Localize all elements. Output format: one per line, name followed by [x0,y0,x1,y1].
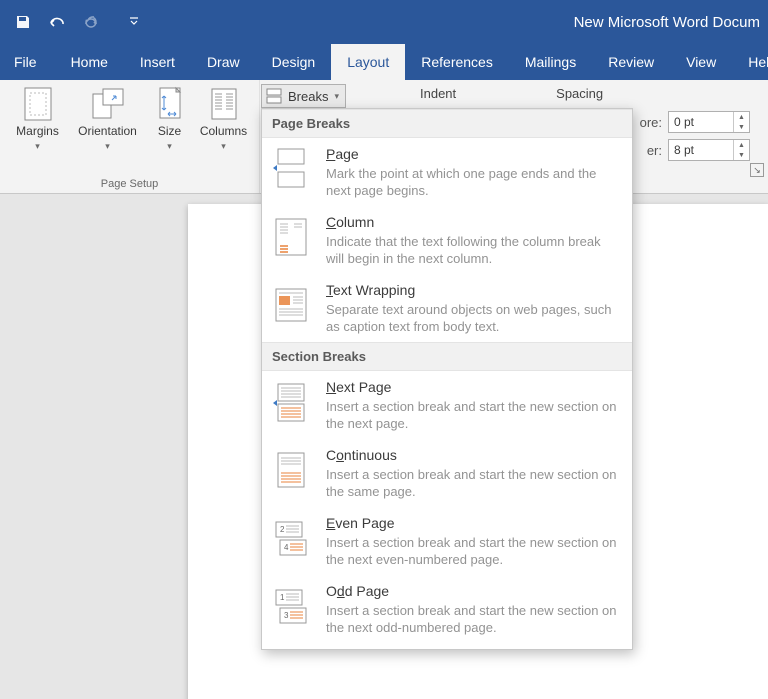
chevron-down-icon: ▾ [334,91,339,102]
document-title: New Microsoft Word Docum [574,0,760,44]
breaks-icon [266,88,282,104]
menu-item-desc: Separate text around objects on web page… [326,301,622,335]
ribbon: Margins▾ Orientation▾ Size▾ Columns▾ Pag… [0,80,768,194]
svg-text:2: 2 [280,525,285,534]
redo-icon [82,14,100,30]
spacing-before-value: 0 pt [669,115,733,129]
menu-item-desc: Insert a section break and start the new… [326,466,622,500]
menu-item-desc: Insert a section break and start the new… [326,398,622,432]
menu-item-desc: Indicate that the text following the col… [326,233,622,267]
tab-insert[interactable]: Insert [124,44,191,80]
menu-item-desc: Insert a section break and start the new… [326,602,622,636]
menu-item-page[interactable]: Page Mark the point at which one page en… [262,138,632,206]
spinner-up-icon[interactable]: ▲ [734,140,749,150]
menu-item-even-page[interactable]: 24 Even Page Insert a section break and … [262,507,632,575]
chevron-down-icon [129,17,139,27]
even-page-icon: 24 [270,517,312,559]
spacing-before-input[interactable]: 0 pt ▲▼ [668,111,750,133]
spinner-down-icon[interactable]: ▼ [734,122,749,132]
page-break-icon [270,148,312,188]
svg-text:4: 4 [284,543,289,552]
tab-view[interactable]: View [670,44,732,80]
menu-item-title: Column [326,213,622,231]
qat-customize-button[interactable] [119,7,149,37]
spacing-after-value: 8 pt [669,143,733,157]
chevron-down-icon: ▾ [221,139,226,153]
menu-item-next-page[interactable]: Next Page Insert a section break and sta… [262,371,632,439]
continuous-icon [270,449,312,491]
spinner-down-icon[interactable]: ▼ [734,150,749,160]
orientation-icon [90,86,126,122]
menu-item-title: Odd Page [326,582,622,600]
menu-item-title: Next Page [326,378,622,396]
spinner-up-icon[interactable]: ▲ [734,112,749,122]
breaks-menu: Page Breaks Page Mark the point at which… [261,108,633,650]
columns-label: Columns [200,124,247,138]
menu-item-title: Page [326,145,622,163]
redo-button[interactable] [76,7,106,37]
menu-item-title: Text Wrapping [326,281,622,299]
tab-review[interactable]: Review [592,44,670,80]
orientation-label: Orientation [78,124,137,138]
spacing-header: Spacing [556,86,603,101]
chevron-down-icon: ▾ [105,139,110,153]
group-page-setup: Margins▾ Orientation▾ Size▾ Columns▾ Pag… [0,80,260,193]
menu-item-desc: Insert a section break and start the new… [326,534,622,568]
svg-text:1: 1 [280,593,285,602]
save-button[interactable] [8,7,38,37]
dialog-launcher[interactable]: ↘ [750,163,764,177]
breaks-label: Breaks [288,89,328,104]
menu-section-page-breaks: Page Breaks [262,109,632,138]
next-page-icon [270,381,312,423]
columns-icon [209,86,239,122]
menu-item-title: Even Page [326,514,622,532]
undo-icon [47,14,67,30]
menu-item-odd-page[interactable]: 13 Odd Page Insert a section break and s… [262,575,632,643]
tab-mailings[interactable]: Mailings [509,44,592,80]
size-label: Size [158,124,181,138]
columns-button[interactable]: Columns▾ [197,84,251,153]
menu-item-continuous[interactable]: Continuous Insert a section break and st… [262,439,632,507]
margins-button[interactable]: Margins▾ [9,84,67,153]
ribbon-tabs: File Home Insert Draw Design Layout Refe… [0,44,768,80]
undo-button[interactable] [42,7,72,37]
tab-references[interactable]: References [405,44,509,80]
margins-label: Margins [16,124,59,138]
quick-access-toolbar [8,7,149,37]
menu-item-title: Continuous [326,446,622,464]
indent-header: Indent [420,86,456,101]
spacing-before-label: ore: [640,115,662,130]
spacing-after-label: er: [647,143,662,158]
size-icon [156,86,184,122]
tab-help[interactable]: Help [732,44,768,80]
menu-item-column[interactable]: Column Indicate that the text following … [262,206,632,274]
svg-text:3: 3 [284,611,289,620]
column-break-icon [270,216,312,258]
menu-item-text-wrapping[interactable]: Text Wrapping Separate text around objec… [262,274,632,342]
size-button[interactable]: Size▾ [149,84,191,153]
spacing-after-input[interactable]: 8 pt ▲▼ [668,139,750,161]
title-bar: New Microsoft Word Docum [0,0,768,44]
tab-draw[interactable]: Draw [191,44,256,80]
orientation-button[interactable]: Orientation▾ [73,84,143,153]
chevron-down-icon: ▾ [167,139,172,153]
text-wrapping-icon [270,284,312,326]
menu-item-desc: Mark the point at which one page ends an… [326,165,622,199]
menu-section-section-breaks: Section Breaks [262,342,632,371]
tab-design[interactable]: Design [256,44,332,80]
tab-layout[interactable]: Layout [331,44,405,80]
save-icon [15,14,31,30]
odd-page-icon: 13 [270,585,312,627]
chevron-down-icon: ▾ [35,139,40,153]
breaks-button[interactable]: Breaks ▾ [261,84,346,108]
tab-file[interactable]: File [0,44,55,80]
tab-home[interactable]: Home [55,44,124,80]
margins-icon [22,86,54,122]
group-name-page-setup: Page Setup [101,176,159,191]
